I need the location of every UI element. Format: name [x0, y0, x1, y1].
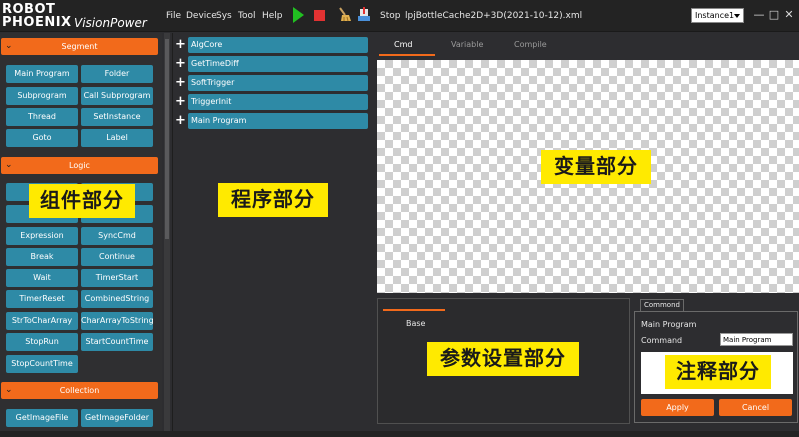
apply-button[interactable]: Apply	[641, 399, 714, 416]
palette-item-wait[interactable]: Wait	[6, 269, 78, 287]
expand-plus-icon[interactable]: +	[175, 75, 187, 91]
palette-item-break[interactable]: Break	[6, 248, 78, 266]
palette-item-continue[interactable]: Continue	[81, 248, 153, 266]
palette-item-thread[interactable]: Thread	[6, 108, 78, 126]
palette-item-timerreset[interactable]: TimerReset	[6, 290, 78, 308]
tab-base[interactable]: Base	[406, 319, 425, 328]
program-item-algcore[interactable]: + AlgCore	[175, 37, 369, 53]
program-panel: + AlgCore + GetTimeDiff + SoftTrigger + …	[172, 33, 370, 435]
palette-item-getimagefile[interactable]: GetImageFile	[6, 409, 78, 427]
palette-item-folder[interactable]: Folder	[81, 65, 153, 83]
palette-item-startcounttime[interactable]: StartCountTime	[81, 333, 153, 351]
command-input[interactable]	[720, 333, 793, 346]
palette-item-chararraytostring[interactable]: CharArrayToString	[81, 312, 154, 330]
chevron-down-icon	[734, 14, 740, 18]
menu-file[interactable]: File	[166, 11, 181, 21]
annotation-comment: 注释部分	[665, 355, 771, 389]
palette-item-stoprun[interactable]: StopRun	[6, 333, 78, 351]
comment-title: Main Program	[641, 320, 697, 329]
palette-item-main-program[interactable]: Main Program	[6, 65, 78, 83]
palette-item-call-subprogram[interactable]: Call Subprogram	[81, 87, 153, 105]
palette-item-combinedstring[interactable]: CombinedString	[81, 290, 153, 308]
section-collection[interactable]: ⌄ Collection	[1, 382, 158, 399]
instance-select[interactable]: Instance1	[691, 8, 744, 23]
annotation-variables: 变量部分	[541, 150, 651, 184]
menu-sys[interactable]: Sys	[216, 11, 232, 21]
chevron-down-icon: ⌄	[5, 41, 13, 51]
expand-plus-icon[interactable]: +	[175, 94, 187, 110]
palette-item-setinstance[interactable]: SetInstance	[81, 108, 153, 126]
broom-icon[interactable]	[336, 6, 352, 22]
chevron-down-icon: ⌄	[5, 160, 13, 170]
export-icon[interactable]	[356, 6, 372, 22]
scrollbar-thumb[interactable]	[165, 39, 169, 239]
expand-plus-icon[interactable]: +	[175, 113, 187, 129]
maximize-icon[interactable]: □	[767, 7, 781, 23]
logo-line2: PHOENIX	[2, 15, 72, 30]
active-tab-indicator	[379, 54, 435, 56]
annotation-components: 组件部分	[29, 184, 135, 218]
instance-select-value: Instance1	[695, 11, 735, 20]
program-item-softtrigger[interactable]: + SoftTrigger	[175, 75, 369, 91]
palette-item-expression[interactable]: Expression	[6, 227, 78, 245]
palette-item-synccmd[interactable]: SyncCmd	[81, 227, 153, 245]
palette-item-stopcounttime[interactable]: StopCountTime	[6, 355, 78, 373]
stop-icon[interactable]	[314, 10, 325, 21]
cancel-button[interactable]: Cancel	[719, 399, 792, 416]
palette-item-subprogram[interactable]: Subprogram	[6, 87, 78, 105]
program-item-label[interactable]: TriggerInit	[188, 94, 368, 110]
program-item-main-program[interactable]: + Main Program	[175, 113, 369, 129]
play-icon[interactable]	[293, 7, 304, 23]
menu-tool[interactable]: Tool	[238, 11, 255, 21]
palette-item-label[interactable]: Label	[81, 129, 153, 147]
palette-item-goto[interactable]: Goto	[6, 129, 78, 147]
title-bar: ROBOT PHOENIX VisionPower File Device Sy…	[0, 0, 799, 32]
logo-product: VisionPower	[74, 16, 147, 30]
command-label: Command	[641, 336, 683, 345]
tab-variable[interactable]: Variable	[451, 40, 483, 49]
tab-cmd[interactable]: Cmd	[394, 40, 412, 49]
section-collection-title: Collection	[59, 386, 100, 395]
tab-compile[interactable]: Compile	[514, 40, 547, 49]
program-item-label[interactable]: Main Program	[188, 113, 368, 129]
menu-device[interactable]: Device	[186, 11, 217, 21]
section-segment[interactable]: ⌄ Segment	[1, 38, 158, 55]
palette-item-timerstart[interactable]: TimerStart	[81, 269, 153, 287]
main-window: ROBOT PHOENIX VisionPower File Device Sy…	[0, 0, 799, 437]
section-logic-title: Logic	[69, 161, 90, 170]
menu-help[interactable]: Help	[262, 11, 283, 21]
program-item-triggerinit[interactable]: + TriggerInit	[175, 94, 369, 110]
section-segment-title: Segment	[61, 42, 98, 51]
chevron-down-icon: ⌄	[5, 385, 13, 395]
component-palette: ⌄ Segment Main Program Folder Subprogram…	[0, 33, 162, 435]
minimize-icon[interactable]: —	[752, 7, 766, 23]
annotation-program: 程序部分	[218, 183, 328, 217]
expand-plus-icon[interactable]: +	[175, 56, 187, 72]
program-item-gettimediff[interactable]: + GetTimeDiff	[175, 56, 369, 72]
palette-scrollbar[interactable]	[164, 33, 170, 435]
program-item-label[interactable]: AlgCore	[188, 37, 368, 53]
program-item-label[interactable]: SoftTrigger	[188, 75, 368, 91]
status-bar	[0, 431, 799, 437]
app-logo: ROBOT PHOENIX VisionPower	[2, 1, 162, 31]
active-tab-indicator	[383, 309, 445, 311]
annotation-params: 参数设置部分	[427, 342, 579, 376]
stop-label[interactable]: Stop	[380, 11, 400, 21]
tab-commond[interactable]: Commond	[640, 299, 684, 311]
current-file-label: lpjBottleCache2D+3D(2021-10-12).xml	[405, 11, 583, 21]
section-logic[interactable]: ⌄ Logic	[1, 157, 158, 174]
palette-item-strtochararray[interactable]: StrToCharArray	[6, 312, 78, 330]
expand-plus-icon[interactable]: +	[175, 37, 187, 53]
program-item-label[interactable]: GetTimeDiff	[188, 56, 368, 72]
palette-item-getimagefolder[interactable]: GetImageFolder	[81, 409, 153, 427]
close-icon[interactable]: ✕	[782, 7, 796, 23]
